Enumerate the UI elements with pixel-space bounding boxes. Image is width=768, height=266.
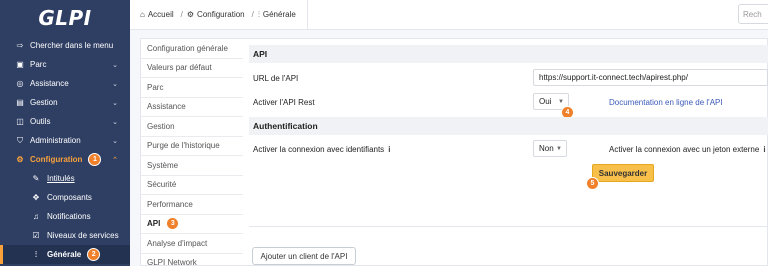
section-title-api: API xyxy=(249,45,768,63)
glpi-logo[interactable]: GLPI xyxy=(0,0,130,36)
tab-assistance[interactable]: Assistance xyxy=(141,98,243,117)
sidebar-subitem-composants[interactable]: ✥ Composants xyxy=(0,188,130,207)
breadcrumb-home[interactable]: Accueil xyxy=(148,10,174,19)
add-api-client-button[interactable]: Ajouter un client de l'API xyxy=(252,247,356,265)
sidebar-item-label: Configuration xyxy=(30,155,83,164)
sidebar-subitem-niveaux-services[interactable]: ☑ Niveaux de services xyxy=(0,226,130,245)
api-url-value: https://support.it-connect.tech/apirest.… xyxy=(539,73,688,82)
shield-icon: ⛉ xyxy=(17,135,23,145)
breadcrumb-current[interactable]: Générale xyxy=(263,10,296,19)
section-title-authentification: Authentification xyxy=(249,117,768,135)
sidebar: GLPI ⇨ Chercher dans le menu ▣ Parc ⌄ ◎ … xyxy=(0,0,130,266)
sidebar-subitem-intitules[interactable]: ✎ Intitulés xyxy=(0,169,130,188)
sidebar-item-assistance[interactable]: ◎ Assistance ⌄ xyxy=(0,74,130,93)
box-icon: ▣ xyxy=(16,60,24,69)
bell-icon: ♫ xyxy=(33,212,39,221)
sidebar-item-label: Outils xyxy=(30,117,51,126)
sidebar-item-label: Assistance xyxy=(30,79,69,88)
search-input[interactable]: Rech xyxy=(738,4,768,24)
pencil-icon: ✎ xyxy=(32,174,40,183)
tab-glpi-network[interactable]: GLPI Network xyxy=(141,254,243,266)
sidebar-item-gestion[interactable]: ▤ Gestion ⌄ xyxy=(0,93,130,112)
info-icon[interactable]: i xyxy=(388,145,390,154)
tab-api[interactable]: API 3 xyxy=(141,214,244,234)
components-icon: ✥ xyxy=(32,193,40,202)
chevron-down-icon: ⌄ xyxy=(112,137,118,145)
tab-purge-historique[interactable]: Purge de l'historique xyxy=(141,137,243,156)
config-tabs: Configuration générale Valeurs par défau… xyxy=(140,38,244,266)
top-bar: ⌂ Accueil / ⚙ Configuration / ⫶ Générale… xyxy=(130,0,768,30)
sidebar-subitem-label: Notifications xyxy=(47,212,91,221)
tab-performance[interactable]: Performance xyxy=(141,195,243,215)
breadcrumb-separator: / xyxy=(180,10,183,19)
gear-icon: ⚙ xyxy=(186,10,195,19)
divider xyxy=(249,226,768,227)
sidebar-item-search-menu[interactable]: ⇨ Chercher dans le menu xyxy=(0,36,130,55)
tab-configuration-generale[interactable]: Configuration générale xyxy=(141,39,243,59)
api-url-field[interactable]: https://support.it-connect.tech/apirest.… xyxy=(533,69,768,86)
save-button[interactable]: Sauvegarder xyxy=(592,164,654,182)
credentials-label-text: Activer la connexion avec identifiants xyxy=(253,145,385,154)
chevron-down-icon: ▼ xyxy=(556,145,562,152)
step-badge: 2 xyxy=(87,248,101,261)
sidebar-item-configuration[interactable]: ⚙ Configuration 1 ⌃ xyxy=(0,150,130,169)
sidebar-subitem-label: Niveaux de services xyxy=(47,231,119,240)
credentials-select[interactable]: Non ▼ xyxy=(533,140,567,157)
chevron-down-icon: ⌄ xyxy=(112,99,118,107)
wallet-icon: ▤ xyxy=(16,98,24,107)
sidebar-item-administration[interactable]: ⛉ Administration ⌄ xyxy=(0,131,130,150)
chevron-down-icon: ⌄ xyxy=(112,118,118,126)
api-documentation-link[interactable]: Documentation en ligne de l'API xyxy=(609,98,723,107)
sidebar-subitem-notifications[interactable]: ♫ Notifications xyxy=(0,207,130,226)
checklist-icon: ☑ xyxy=(32,231,40,240)
chevron-down-icon: ⌄ xyxy=(112,80,118,88)
rest-api-value: Oui xyxy=(539,97,552,106)
headset-icon: ◎ xyxy=(16,79,24,88)
sidebar-item-label: Chercher dans le menu xyxy=(30,41,114,50)
arrow-right-icon: ⇨ xyxy=(16,41,24,50)
token-label: Activer la connexion avec un jeton exter… xyxy=(609,145,766,154)
breadcrumb-separator: / xyxy=(251,10,254,19)
credentials-value: Non xyxy=(539,144,554,153)
tab-gestion[interactable]: Gestion xyxy=(141,117,243,137)
step-badge: 3 xyxy=(166,217,180,231)
api-config-panel: API URL de l'API https://support.it-conn… xyxy=(243,38,768,266)
credentials-label: Activer la connexion avec identifiants i xyxy=(253,145,390,154)
briefcase-icon: ◫ xyxy=(16,117,24,126)
tab-valeurs-par-defaut[interactable]: Valeurs par défaut xyxy=(141,59,243,78)
tab-parc[interactable]: Parc xyxy=(141,78,243,98)
breadcrumb: ⌂ Accueil / ⚙ Configuration / ⫶ Générale xyxy=(130,0,308,30)
sidebar-subitem-label: Générale xyxy=(47,250,82,259)
breadcrumb-configuration[interactable]: Configuration xyxy=(197,10,245,19)
home-icon: ⌂ xyxy=(140,10,145,19)
sidebar-subitem-label: Intitulés xyxy=(47,174,75,183)
chevron-down-icon: ▼ xyxy=(558,98,564,105)
tab-analyse-impact[interactable]: Analyse d'impact xyxy=(141,234,243,254)
info-icon[interactable]: i xyxy=(763,145,765,154)
sidebar-subitem-generale[interactable]: ⫶ Générale 2 xyxy=(0,245,130,264)
sidebar-item-label: Administration xyxy=(30,136,81,145)
sliders-icon: ⫶ xyxy=(35,249,37,259)
step-badge: 1 xyxy=(88,153,102,166)
search-placeholder: Rech xyxy=(743,9,762,19)
tab-systeme[interactable]: Système xyxy=(141,156,243,176)
tab-securite[interactable]: Sécurité xyxy=(141,176,243,195)
chevron-down-icon: ⌄ xyxy=(112,61,118,69)
sidebar-subitem-label: Composants xyxy=(47,193,92,202)
token-label-text: Activer la connexion avec un jeton exter… xyxy=(609,145,760,154)
rest-label: Activer l'API Rest xyxy=(253,98,315,107)
sidebar-item-parc[interactable]: ▣ Parc ⌄ xyxy=(0,55,130,74)
step-badge: 5 xyxy=(586,177,599,190)
gear-icon: ⚙ xyxy=(16,155,24,164)
tab-label: API xyxy=(147,219,161,229)
sidebar-item-outils[interactable]: ◫ Outils ⌄ xyxy=(0,112,130,131)
url-label: URL de l'API xyxy=(253,74,299,83)
sidebar-item-label: Parc xyxy=(30,60,47,69)
sliders-icon: ⫶ xyxy=(257,9,260,19)
chevron-up-icon: ⌃ xyxy=(112,156,118,164)
sidebar-item-label: Gestion xyxy=(30,98,58,107)
